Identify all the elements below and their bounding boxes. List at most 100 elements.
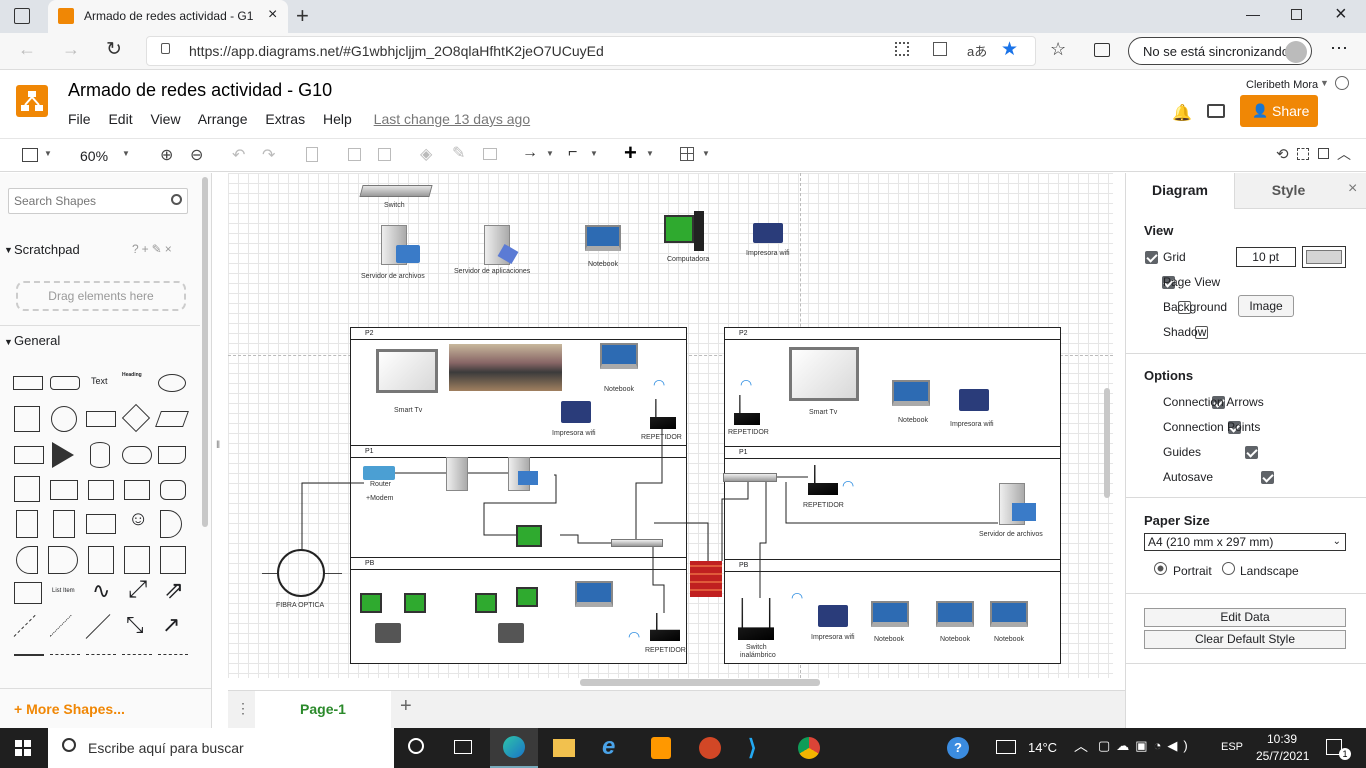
shape-heading[interactable]: Heading bbox=[122, 372, 142, 378]
shape-connector-dotted[interactable] bbox=[122, 654, 152, 655]
shape-rounded-rectangle[interactable] bbox=[50, 376, 80, 390]
sublime-icon[interactable] bbox=[651, 737, 671, 759]
connector-switch-server-right[interactable] bbox=[785, 482, 998, 524]
canvas-scrollbar-vertical[interactable] bbox=[1104, 388, 1110, 498]
language-globe-icon[interactable] bbox=[1335, 76, 1349, 90]
shape-diamond[interactable] bbox=[121, 403, 151, 433]
scratchpad-tools[interactable]: ?+✎× bbox=[132, 242, 175, 256]
panel-scrollbar[interactable] bbox=[202, 177, 208, 527]
guides-checkbox[interactable] bbox=[1244, 446, 1258, 460]
shape-cylinder[interactable] bbox=[90, 442, 110, 468]
shape-note[interactable] bbox=[16, 510, 38, 538]
shape-actor[interactable]: ☺ bbox=[128, 508, 148, 531]
delete-icon[interactable] bbox=[306, 147, 318, 162]
shape-square[interactable] bbox=[14, 406, 40, 432]
panel-resize-handle[interactable]: ‖ bbox=[216, 440, 220, 451]
close-panel-icon[interactable]: × bbox=[1348, 180, 1357, 198]
new-tab-icon[interactable]: + bbox=[296, 3, 309, 29]
weather-temp[interactable]: 14°C bbox=[1028, 740, 1057, 755]
tab-diagram[interactable]: Diagram bbox=[1126, 173, 1234, 209]
connector-computer-switch[interactable] bbox=[560, 534, 611, 544]
shape-card[interactable] bbox=[53, 510, 75, 538]
shape-dotted-line[interactable] bbox=[49, 614, 72, 637]
user-name[interactable]: Cleribeth Mora bbox=[1246, 79, 1318, 91]
shape-curve[interactable]: ∿ bbox=[92, 578, 110, 604]
undo-icon[interactable]: ↶ bbox=[232, 145, 245, 165]
shape-bidirectional-connector[interactable]: ⤡ bbox=[126, 612, 144, 638]
zoom-in-icon[interactable]: ⊕ bbox=[160, 145, 173, 165]
shape-cube[interactable] bbox=[50, 480, 78, 500]
shape-or[interactable] bbox=[160, 510, 182, 538]
taskbar-search[interactable]: Escribe aquí para buscar bbox=[48, 728, 394, 768]
ie-icon[interactable]: e bbox=[602, 733, 615, 761]
apps-icon[interactable] bbox=[933, 42, 947, 56]
tab-style[interactable]: Style bbox=[1234, 173, 1342, 209]
waypoints-icon[interactable]: ⌐ bbox=[568, 144, 577, 162]
menu-view[interactable]: View bbox=[150, 111, 180, 127]
url-field[interactable]: https://app.diagrams.net/#G1wbhjcljjm_2O… bbox=[146, 36, 1036, 66]
read-aloud-icon[interactable]: aあ bbox=[967, 41, 987, 60]
shape-trapezoid[interactable] bbox=[124, 480, 150, 500]
waypoints-dropdown-icon[interactable]: ▼ bbox=[590, 149, 598, 158]
panel-dropdown-icon[interactable]: ▼ bbox=[44, 149, 52, 158]
shape-bidirectional-arrow[interactable]: ⤢ bbox=[128, 576, 147, 604]
line-color-icon[interactable]: ✎ bbox=[452, 143, 465, 163]
connector-switch-wireless[interactable] bbox=[759, 482, 767, 598]
windows-start-icon[interactable] bbox=[15, 740, 31, 756]
format-toggle-icon[interactable] bbox=[1318, 148, 1329, 159]
shape-process[interactable] bbox=[86, 411, 116, 427]
insert-plus-icon[interactable]: + bbox=[624, 140, 637, 166]
diagram-canvas[interactable]: Switch Servidor de archivos Servidor de … bbox=[228, 173, 1113, 678]
shadow-icon[interactable] bbox=[483, 148, 497, 160]
menu-help[interactable]: Help bbox=[323, 111, 352, 127]
shape-connector-dashed[interactable] bbox=[86, 654, 116, 655]
shape-step[interactable] bbox=[88, 480, 114, 500]
reload-icon[interactable]: ↻ bbox=[106, 38, 122, 61]
grid-color-button[interactable] bbox=[1302, 246, 1346, 268]
to-front-icon[interactable] bbox=[348, 148, 361, 161]
help-tray-icon[interactable]: ? bbox=[947, 737, 969, 759]
shape-cloud[interactable] bbox=[122, 446, 152, 464]
shape-directional-connector[interactable]: ↗ bbox=[162, 612, 180, 638]
canvas-hscroll[interactable] bbox=[580, 679, 820, 686]
sync-button[interactable]: No se está sincronizando bbox=[1128, 37, 1312, 65]
shape-data-storage[interactable] bbox=[16, 546, 38, 574]
general-collapse-icon[interactable]: ▼ bbox=[4, 337, 13, 347]
shape-rectangle[interactable] bbox=[13, 376, 43, 390]
sync-icon[interactable]: ⟲ bbox=[1276, 145, 1289, 163]
connector-switch-repeater-pb[interactable] bbox=[652, 547, 665, 613]
insert-dropdown-icon[interactable]: ▼ bbox=[646, 149, 654, 158]
chrome-icon[interactable] bbox=[798, 737, 820, 759]
search-shapes-field[interactable] bbox=[8, 188, 188, 214]
connector-fiber-router[interactable] bbox=[301, 482, 364, 549]
shape-list-item[interactable]: List Item bbox=[52, 588, 75, 594]
menu-extras[interactable]: Extras bbox=[265, 111, 305, 127]
shape-text[interactable]: Text bbox=[91, 376, 108, 386]
menu-file[interactable]: File bbox=[68, 111, 91, 127]
image-button[interactable]: Image bbox=[1238, 295, 1294, 317]
menu-edit[interactable]: Edit bbox=[108, 111, 132, 127]
notifications-bell-icon[interactable]: 🔔 bbox=[1172, 103, 1192, 123]
connector-switch-firewall[interactable] bbox=[654, 522, 709, 561]
menu-arrange[interactable]: Arrange bbox=[198, 111, 248, 127]
forward-icon[interactable]: → bbox=[62, 39, 80, 60]
comments-icon[interactable] bbox=[1207, 104, 1225, 118]
restore-icon[interactable] bbox=[1291, 9, 1302, 20]
powerpoint-icon[interactable] bbox=[699, 737, 721, 759]
format-panel-icon[interactable] bbox=[22, 148, 38, 162]
add-page-icon[interactable]: + bbox=[400, 695, 412, 718]
last-change-link[interactable]: Last change 13 days ago bbox=[374, 111, 530, 127]
diagram-title[interactable]: Armado de redes actividad - G10 bbox=[68, 80, 332, 101]
close-window-icon[interactable]: × bbox=[1335, 3, 1347, 26]
language-indicator[interactable]: ESP bbox=[1221, 741, 1243, 753]
portrait-radio[interactable] bbox=[1154, 562, 1167, 575]
shape-connector-arrow[interactable] bbox=[50, 654, 80, 655]
shape-callout[interactable] bbox=[86, 514, 116, 534]
shape-line[interactable] bbox=[85, 614, 111, 639]
shape-list[interactable] bbox=[14, 582, 42, 604]
tray-overflow-icon[interactable]: ︿ bbox=[1074, 736, 1088, 756]
search-icon[interactable] bbox=[171, 194, 182, 205]
shape-document[interactable] bbox=[158, 446, 186, 464]
favorite-star-icon[interactable]: ★ bbox=[1001, 38, 1018, 61]
table-icon[interactable] bbox=[680, 147, 694, 161]
